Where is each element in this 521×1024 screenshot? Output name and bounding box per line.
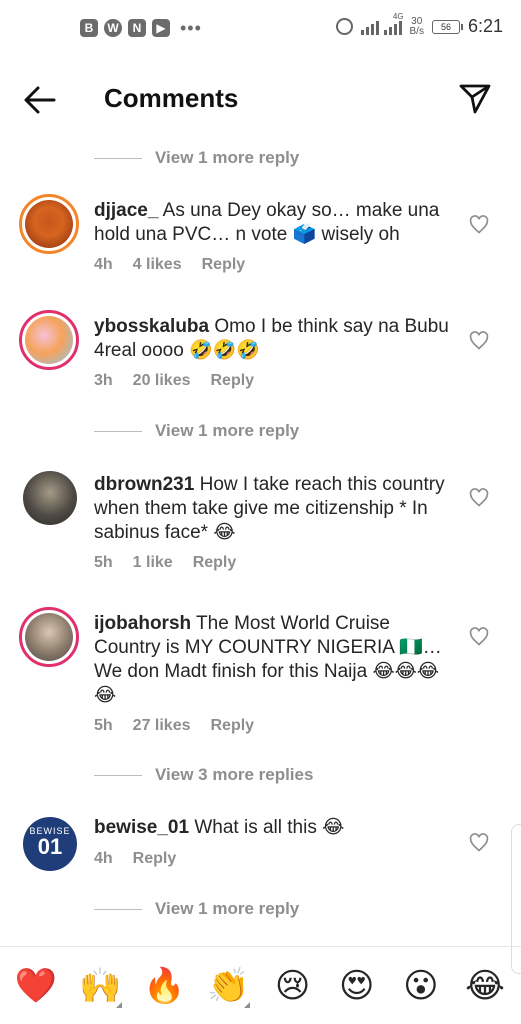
status-bar: B W N ▶ ••• 4G 30 B/s 56 6:21	[0, 0, 521, 60]
view-more-replies[interactable]: View 1 more reply	[94, 419, 299, 443]
comment-text: ijobahorsh The Most World Cruise Country…	[94, 612, 454, 708]
comment-time: 3h	[94, 372, 113, 389]
comment-meta: 3h 20 likes Reply	[94, 372, 254, 390]
fire-emoji-button[interactable]: 🔥	[136, 966, 192, 1006]
view-more-replies[interactable]: View 3 more replies	[94, 763, 313, 787]
comment-text: bewise_01 What is all this 😂	[94, 816, 454, 840]
comment-likes[interactable]: 4 likes	[133, 256, 182, 274]
comment-meta: 4h Reply	[94, 850, 176, 868]
view-more-replies[interactable]: View 1 more reply	[94, 897, 299, 921]
avatar[interactable]	[19, 607, 79, 667]
notification-icon-n: N	[128, 19, 146, 37]
view-more-replies[interactable]: View 1 more reply	[94, 146, 299, 170]
surprised-emoji-button[interactable]: 😮	[393, 966, 449, 1006]
reply-button[interactable]: Reply	[202, 256, 246, 274]
comment-username[interactable]: dbrown231	[94, 474, 194, 495]
heart-eyes-emoji-button[interactable]: 😍	[329, 966, 385, 1006]
battery-level: 56	[440, 21, 451, 32]
avatar[interactable]	[23, 471, 77, 525]
comment-time: 4h	[94, 256, 113, 273]
back-button[interactable]	[22, 82, 58, 118]
comment-text: ybosskaluba Omo I be think say na Bubu 4…	[94, 315, 454, 363]
avatar-logo-number: 01	[37, 834, 63, 859]
heart-emoji-button[interactable]: ❤️	[8, 966, 64, 1006]
youtube-icon: ▶	[152, 19, 170, 37]
comment-time: 5h	[94, 717, 113, 734]
thread-line	[94, 157, 142, 159]
network-speed: 30 B/s	[409, 15, 424, 37]
emoji-quick-bar: ❤️ 🙌 🔥 👏 😢 😍 😮 😂	[0, 946, 521, 1024]
comment-body: What is all this 😂	[189, 817, 345, 838]
heart-icon[interactable]	[469, 488, 489, 508]
arrow-left-icon	[24, 86, 56, 114]
clapping-emoji-button[interactable]: 👏	[200, 966, 256, 1008]
comment-time: 4h	[94, 850, 113, 867]
thread-line	[94, 430, 142, 432]
reply-button[interactable]: Reply	[211, 372, 255, 390]
comment-text: djjace_ As una Dey okay so… make una hol…	[94, 199, 454, 247]
comment-meta: 4h 4 likes Reply	[94, 256, 245, 274]
comment-username[interactable]: bewise_01	[94, 817, 189, 838]
comment-likes[interactable]: 1 like	[133, 554, 173, 572]
crying-emoji-button[interactable]: 😢	[265, 966, 321, 1006]
comment-time: 5h	[94, 554, 113, 571]
heart-icon[interactable]	[469, 627, 489, 647]
comment-username[interactable]: djjace_	[94, 200, 158, 221]
view-more-replies-label: View 1 more reply	[155, 148, 300, 167]
whatsapp-icon: W	[104, 19, 122, 37]
avatar[interactable]	[19, 194, 79, 254]
heart-icon[interactable]	[469, 833, 489, 853]
thread-line	[94, 908, 142, 910]
network-type-label: 4G	[392, 11, 404, 21]
avatar[interactable]: BEWISE 01	[23, 817, 77, 871]
network-speed-value: 30	[411, 15, 423, 27]
thread-line	[94, 774, 142, 776]
status-time: 6:21	[467, 16, 503, 36]
alarm-icon	[335, 18, 353, 35]
share-button[interactable]	[457, 80, 493, 116]
reply-button[interactable]: Reply	[193, 554, 237, 572]
header: Comments	[0, 60, 521, 136]
raising-hands-emoji-button[interactable]: 🙌	[72, 966, 128, 1008]
heart-icon[interactable]	[469, 215, 489, 235]
reply-button[interactable]: Reply	[211, 717, 255, 735]
view-more-replies-label: View 3 more replies	[155, 765, 314, 784]
signal-icon: 4G	[360, 12, 404, 35]
notification-icons: B W N ▶ •••	[80, 19, 202, 37]
avatar[interactable]	[19, 310, 79, 370]
comment-username[interactable]: ijobahorsh	[94, 613, 191, 634]
notification-icon-b: B	[80, 19, 98, 37]
battery-icon: 56	[431, 19, 463, 34]
comment-meta: 5h 1 like Reply	[94, 554, 236, 572]
view-more-replies-label: View 1 more reply	[155, 899, 300, 918]
view-more-replies-label: View 1 more reply	[155, 421, 300, 440]
comment-likes[interactable]: 20 likes	[133, 372, 191, 390]
network-speed-unit: B/s	[409, 25, 424, 37]
more-notifications-icon: •••	[180, 18, 202, 38]
page-title: Comments	[104, 83, 239, 113]
comment-username[interactable]: ybosskaluba	[94, 316, 209, 337]
reply-button[interactable]: Reply	[133, 850, 177, 868]
comment-meta: 5h 27 likes Reply	[94, 717, 254, 735]
heart-icon[interactable]	[469, 331, 489, 351]
comment-likes[interactable]: 27 likes	[133, 717, 191, 735]
comment-text: dbrown231 How I take reach this country …	[94, 473, 454, 545]
paper-plane-icon	[459, 84, 491, 114]
laughing-emoji-button[interactable]: 😂	[457, 966, 513, 1006]
